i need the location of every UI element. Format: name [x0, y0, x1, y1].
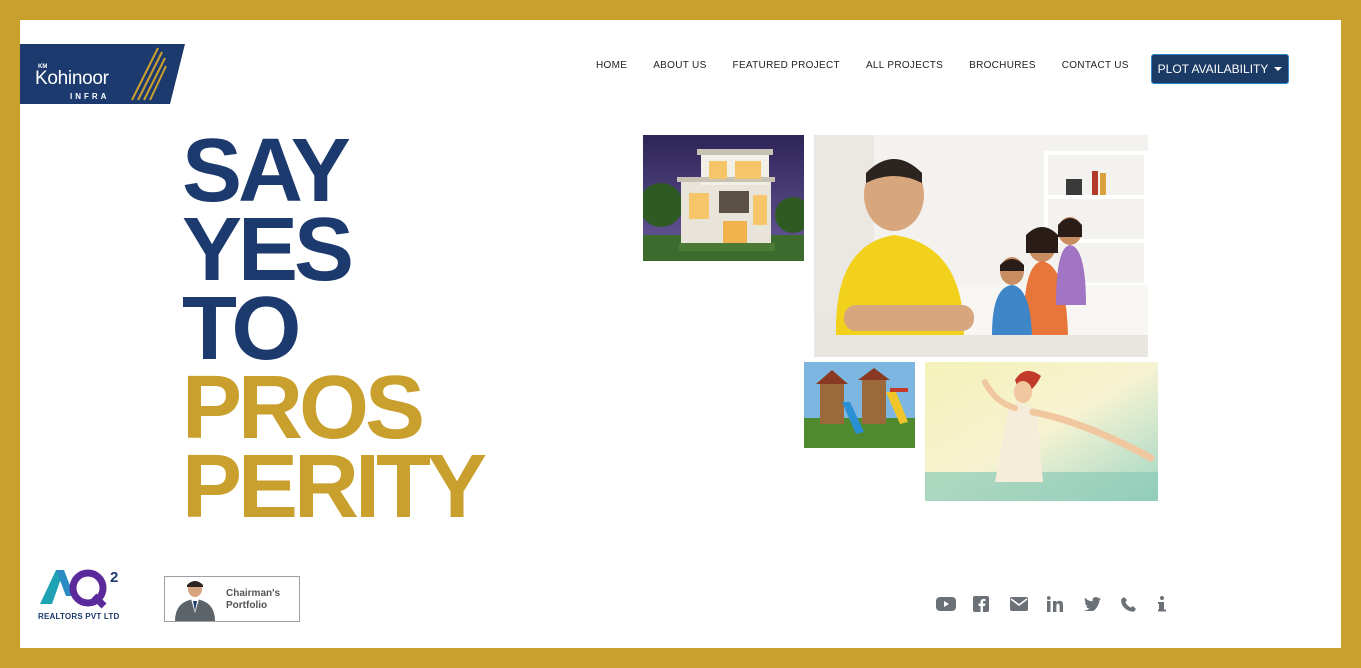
nav-all-projects[interactable]: ALL PROJECTS: [866, 60, 943, 71]
brand-logo[interactable]: KM Kohinoor INFRA: [20, 44, 185, 104]
headline-line-5: PERITY: [182, 437, 487, 537]
twitter-icon[interactable]: [1084, 594, 1121, 614]
linkedin-icon[interactable]: [1047, 594, 1084, 614]
chairman-portfolio-button[interactable]: Chairman's Portfolio: [164, 576, 300, 622]
partner-name: REALTORS PVT LTD: [38, 612, 120, 621]
chairman-label-line-2: Portfolio: [226, 600, 268, 611]
hero-headline: SAY YES TO PROS PERITY: [182, 126, 487, 537]
nav-home[interactable]: HOME: [596, 60, 627, 71]
social-links: [936, 594, 1195, 614]
nav-brochures[interactable]: BROCHURES: [969, 60, 1036, 71]
partner-superscript: 2: [110, 569, 118, 586]
main-nav: HOME ABOUT US FEATURED PROJECT ALL PROJE…: [596, 60, 1155, 71]
playground-photo: [804, 362, 915, 448]
family-photo: [814, 135, 1148, 357]
chevron-down-icon: [1274, 67, 1283, 71]
chairman-label-line-1: Chairman's: [226, 588, 281, 599]
freedom-photo: [925, 362, 1158, 501]
phone-icon[interactable]: [1121, 594, 1158, 614]
facebook-icon[interactable]: [973, 594, 1010, 614]
page-frame: KM Kohinoor INFRA HOME ABOUT US FEATURED…: [20, 20, 1341, 648]
plot-availability-label: PLOT AVAILABILITY: [1157, 62, 1269, 76]
chairman-avatar-icon: [175, 581, 215, 621]
youtube-icon[interactable]: [936, 594, 973, 614]
email-icon[interactable]: [1010, 594, 1047, 614]
house-photo: [643, 135, 804, 261]
nav-about-us[interactable]: ABOUT US: [653, 60, 706, 71]
plot-availability-button[interactable]: PLOT AVAILABILITY: [1151, 54, 1289, 84]
nav-featured-project[interactable]: FEATURED PROJECT: [733, 60, 840, 71]
logo-infra-text: INFRA: [70, 92, 110, 101]
nav-contact-us[interactable]: CONTACT US: [1062, 60, 1129, 71]
partner-logo[interactable]: 2 REALTORS PVT LTD: [38, 566, 130, 624]
chairman-label: Chairman's Portfolio: [226, 588, 296, 612]
info-icon[interactable]: [1158, 594, 1195, 614]
logo-name-text: Kohinoor: [35, 68, 109, 89]
